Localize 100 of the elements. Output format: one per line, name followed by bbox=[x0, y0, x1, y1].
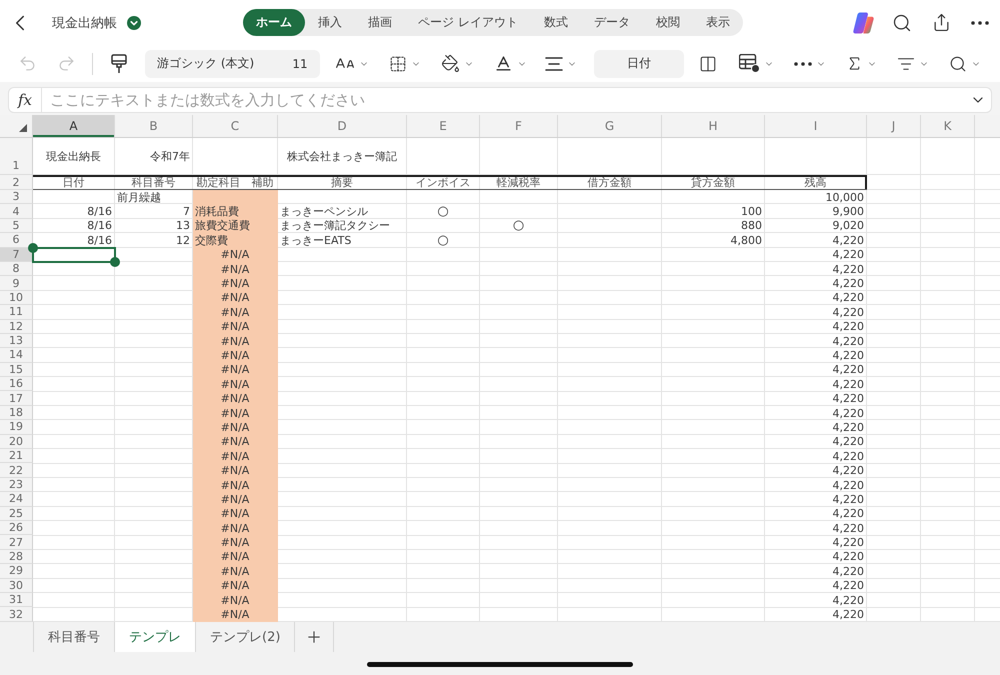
ribbon-tab[interactable]: ページ レイアウト bbox=[405, 9, 531, 36]
table-style-icon bbox=[739, 54, 760, 73]
borders-icon bbox=[389, 54, 407, 72]
ribbon-tab[interactable]: データ bbox=[580, 9, 643, 36]
row-header[interactable]: 11 bbox=[0, 305, 33, 320]
ribbon-tab[interactable]: 描画 bbox=[355, 9, 405, 36]
ribbon-tab[interactable]: 校閲 bbox=[642, 9, 693, 36]
table-cell-text: 7 bbox=[182, 204, 191, 219]
table-cell-text: 8/16 bbox=[86, 218, 113, 234]
sheet-tab[interactable]: テンプレ bbox=[114, 622, 195, 652]
row-header[interactable]: 13 bbox=[0, 334, 33, 348]
row-header[interactable]: 21 bbox=[0, 449, 33, 464]
table-cell-text: 4,220 bbox=[832, 564, 865, 579]
table-cell: #N/A bbox=[193, 449, 278, 464]
row-header[interactable]: 32 bbox=[0, 607, 33, 622]
undo-icon bbox=[18, 54, 36, 73]
row-header[interactable]: 9 bbox=[0, 276, 33, 291]
format-painter-icon bbox=[111, 54, 127, 74]
row-header[interactable]: 2 bbox=[0, 175, 33, 190]
table-cell: #N/A bbox=[193, 420, 278, 435]
header-cell: 勘定科目 補助 bbox=[193, 175, 278, 190]
table-cell: #N/A bbox=[193, 320, 278, 334]
table-cell: #N/A bbox=[193, 478, 278, 492]
column-header[interactable]: A bbox=[33, 115, 115, 137]
ribbon-tab[interactable]: 表示 bbox=[692, 9, 743, 36]
row-header[interactable]: 26 bbox=[0, 520, 33, 536]
row-header[interactable]: 22 bbox=[0, 463, 33, 478]
table-cell-text: 4,220 bbox=[832, 262, 865, 276]
table-cell-text: 株式会社まっきー簿記 bbox=[286, 149, 398, 165]
header-cell: 科目番号 bbox=[115, 175, 193, 190]
table-cell-text: 8/16 bbox=[86, 233, 113, 248]
row-header[interactable]: 3 bbox=[0, 190, 33, 204]
row-header[interactable]: 19 bbox=[0, 420, 33, 435]
row-header[interactable]: 27 bbox=[0, 535, 33, 550]
table-cell-text: 10,000 bbox=[824, 190, 865, 204]
row-header[interactable]: 10 bbox=[0, 290, 33, 306]
font-name-field[interactable]: 游ゴシック (本文) bbox=[145, 50, 280, 78]
table-cell: #N/A bbox=[193, 290, 278, 306]
font-size-field[interactable]: 11 bbox=[280, 50, 320, 78]
ribbon-tab[interactable]: 数式 bbox=[530, 9, 581, 36]
row-header[interactable]: 28 bbox=[0, 550, 33, 564]
number-format-field[interactable]: 日付 bbox=[594, 50, 684, 78]
row-header[interactable]: 6 bbox=[0, 233, 33, 248]
row-header[interactable]: 30 bbox=[0, 578, 33, 593]
more-icon bbox=[971, 20, 989, 24]
table-cell-text: ○ bbox=[436, 233, 450, 248]
row-header[interactable]: 8 bbox=[0, 262, 33, 276]
header-cell: 摘要 bbox=[278, 175, 407, 190]
row-header[interactable]: 23 bbox=[0, 478, 33, 492]
table-cell-text: 現金出納長 bbox=[45, 149, 102, 165]
table-cell: #N/A bbox=[193, 348, 278, 363]
row-header[interactable]: 18 bbox=[0, 406, 33, 420]
table-cell-text: 4,220 bbox=[832, 535, 865, 550]
table-cell: #N/A bbox=[193, 463, 278, 478]
row-header[interactable]: 5 bbox=[0, 218, 33, 234]
table-cell-text: 4,220 bbox=[832, 449, 865, 464]
table-cell: 旅費交通費 bbox=[193, 218, 278, 234]
selection-handle-icon[interactable] bbox=[28, 242, 38, 253]
row-header[interactable]: 12 bbox=[0, 320, 33, 334]
share-icon bbox=[932, 13, 950, 32]
row-header[interactable]: 17 bbox=[0, 391, 33, 406]
paint-bucket-icon bbox=[441, 54, 460, 73]
table-cell-text: 4,220 bbox=[832, 578, 865, 593]
row-header[interactable]: 24 bbox=[0, 492, 33, 507]
header-cell: 借方金額 bbox=[558, 175, 662, 190]
document-title: 現金出納帳 bbox=[52, 14, 117, 32]
row-header[interactable]: 15 bbox=[0, 362, 33, 378]
ribbon-tab[interactable]: ホーム bbox=[243, 9, 305, 36]
table-cell-text: 4,220 bbox=[832, 478, 865, 492]
table-cell: #N/A bbox=[193, 535, 278, 550]
table-cell: #N/A bbox=[193, 520, 278, 536]
row-header[interactable]: 14 bbox=[0, 348, 33, 363]
more-icon bbox=[794, 62, 812, 66]
table-cell-text: 4,800 bbox=[730, 233, 763, 248]
table-cell-text: 4,220 bbox=[832, 290, 865, 306]
row-header[interactable]: 20 bbox=[0, 434, 33, 450]
row-header[interactable]: 16 bbox=[0, 377, 33, 392]
selection-handle-icon[interactable] bbox=[110, 256, 120, 267]
table-cell-text: 4,220 bbox=[832, 506, 865, 521]
table-cell-text: 880 bbox=[740, 218, 763, 234]
row-header[interactable]: 1 bbox=[0, 138, 33, 175]
header-cell: インボイス bbox=[407, 175, 480, 190]
table-cell: #N/A bbox=[193, 276, 278, 291]
dropdown-icon[interactable] bbox=[127, 16, 141, 30]
table-cell: #N/A bbox=[193, 377, 278, 392]
table-cell-text: 令和7年 bbox=[149, 149, 191, 165]
table-cell-text: 9,900 bbox=[832, 204, 865, 219]
table-cell-text: 4,220 bbox=[832, 592, 865, 608]
search-icon bbox=[892, 12, 912, 32]
table-cell-text: 9,020 bbox=[832, 218, 865, 234]
formula-input[interactable]: ここにテキストまたは数式を入力してください bbox=[42, 87, 964, 113]
row-header[interactable]: 25 bbox=[0, 506, 33, 521]
row-header[interactable]: 29 bbox=[0, 564, 33, 579]
font-color-icon bbox=[494, 54, 513, 73]
row-header[interactable]: 31 bbox=[0, 592, 33, 608]
columns-icon bbox=[699, 54, 717, 72]
ribbon-tab[interactable]: 挿入 bbox=[305, 9, 355, 36]
row-header[interactable]: 4 bbox=[0, 204, 33, 219]
table-cell-text: 8/16 bbox=[86, 204, 113, 219]
table-cell-text: 12 bbox=[175, 233, 191, 248]
